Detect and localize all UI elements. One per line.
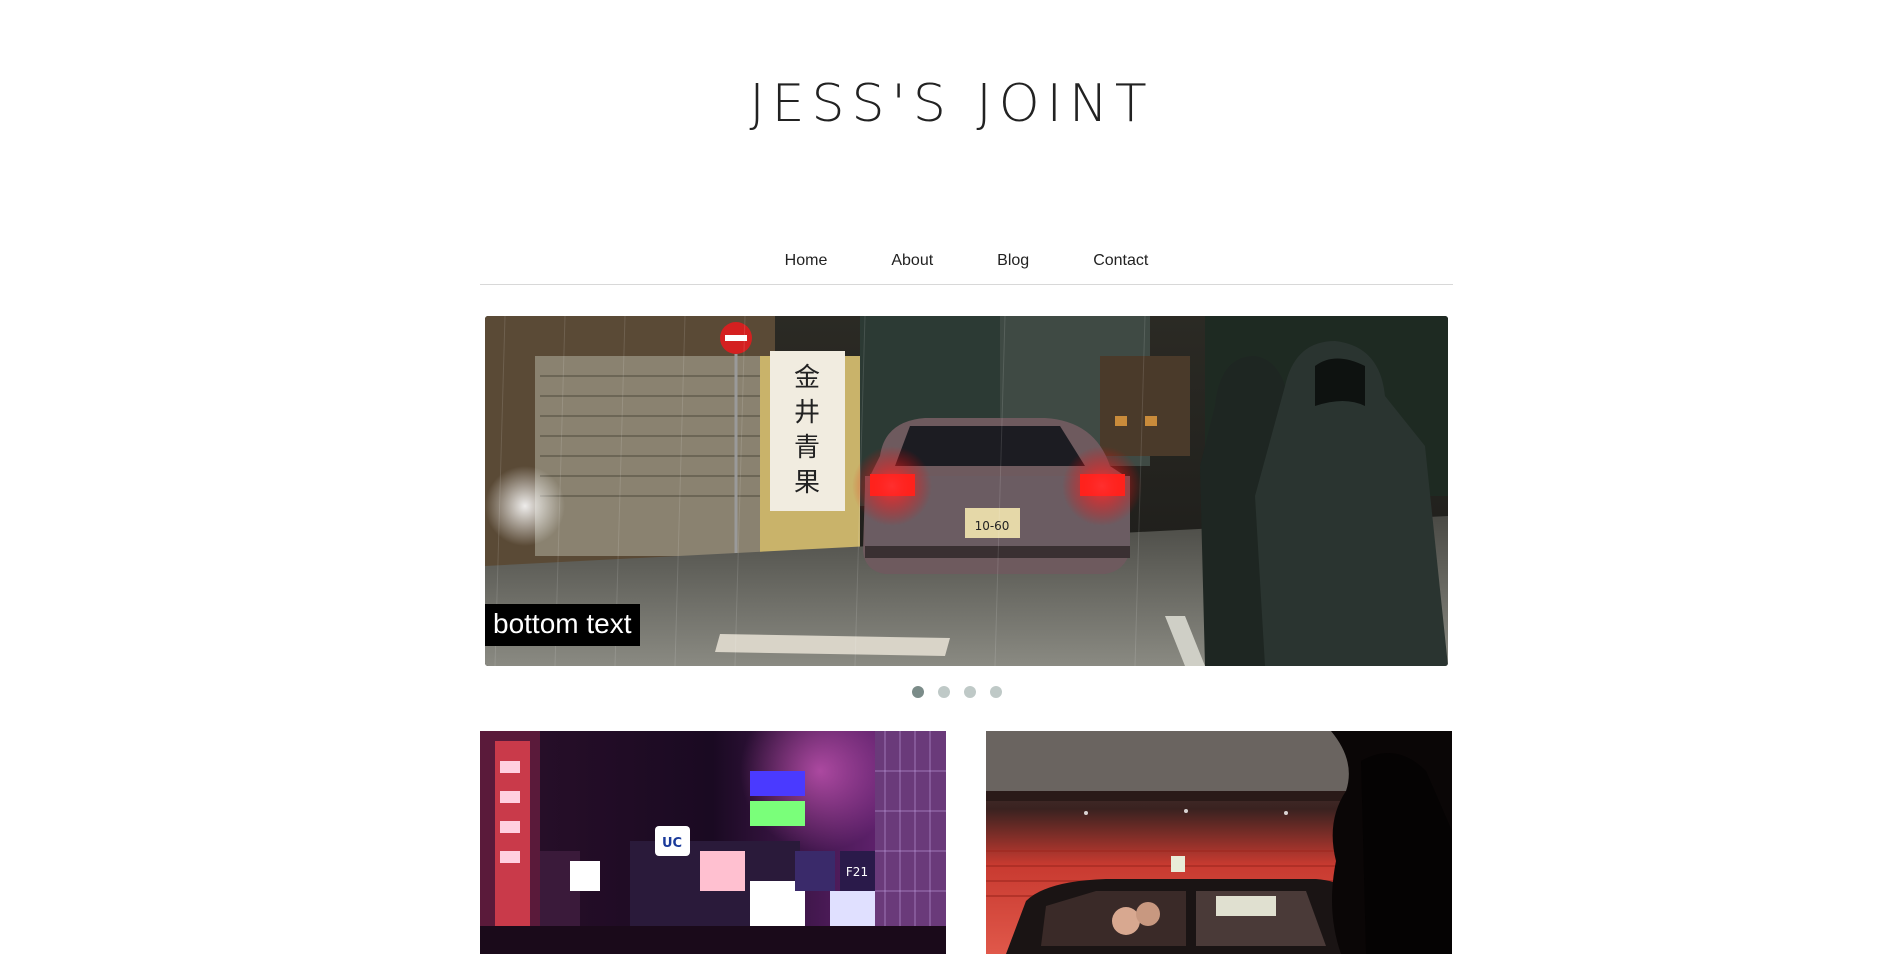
- svg-text:果: 果: [794, 468, 820, 498]
- slider-dot-4[interactable]: [989, 686, 1002, 698]
- slider-pagination: [0, 686, 1903, 698]
- svg-text:井: 井: [794, 398, 820, 428]
- svg-text:UC: UC: [662, 836, 682, 851]
- svg-text:10-60: 10-60: [975, 519, 1010, 533]
- neon-city-image: UC F21: [480, 731, 946, 954]
- thumbnail-taxi-night[interactable]: [986, 731, 1452, 954]
- main-nav: Home About Blog Contact: [480, 248, 1453, 285]
- taxi-night-image: [986, 731, 1452, 954]
- svg-text:青: 青: [794, 433, 820, 463]
- site-title: JESS'S JOINT: [749, 74, 1154, 134]
- nav-item-contact[interactable]: Contact: [1061, 248, 1180, 284]
- nav-item-blog[interactable]: Blog: [965, 248, 1061, 284]
- slider-dot-2[interactable]: [937, 686, 950, 698]
- page: JESS'S JOINT Home About Blog Contact 金 井…: [0, 0, 1903, 954]
- nav-item-about[interactable]: About: [859, 248, 965, 284]
- svg-text:金: 金: [794, 363, 820, 393]
- svg-text:F21: F21: [846, 865, 868, 879]
- thumbnail-neon-city[interactable]: UC F21: [480, 731, 946, 954]
- slide-caption: bottom text: [485, 604, 640, 646]
- slider-dot-3[interactable]: [963, 686, 976, 698]
- slider-dot-1[interactable]: [911, 686, 924, 698]
- nav-item-home[interactable]: Home: [753, 248, 860, 284]
- hero-slider[interactable]: 金 井 青 果 10-60 bottom text: [485, 316, 1448, 666]
